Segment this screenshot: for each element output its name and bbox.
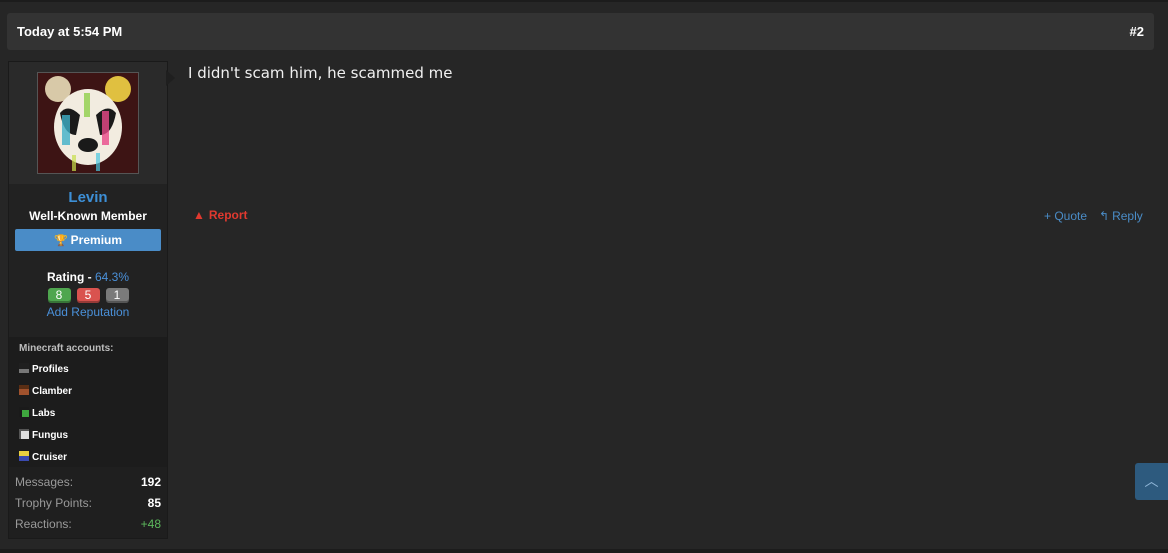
- add-reputation-link[interactable]: Add Reputation: [9, 305, 167, 319]
- stat-label: Messages:: [15, 475, 74, 489]
- minecraft-accounts: Minecraft accounts: Profiles Clamber Lab…: [9, 337, 167, 467]
- avatar[interactable]: [37, 72, 139, 174]
- minecraft-account-name: Profiles: [32, 364, 69, 375]
- avatar-container: [9, 62, 167, 184]
- stat-trophy-points: Trophy Points: 85: [15, 494, 161, 512]
- premium-badge: 🏆 Premium: [15, 229, 161, 251]
- minecraft-accounts-title: Minecraft accounts:: [19, 343, 114, 354]
- post-permalink[interactable]: #2: [1130, 24, 1144, 39]
- rating-percent: 64.3%: [94, 270, 130, 284]
- minecraft-account-name: Fungus: [32, 430, 69, 441]
- stat-value[interactable]: 192: [141, 473, 161, 491]
- username-link[interactable]: Levin: [9, 189, 167, 206]
- minecraft-account-name: Labs: [32, 408, 56, 419]
- rating-negative-count[interactable]: 5: [76, 288, 100, 303]
- report-label: Report: [208, 208, 248, 222]
- rating-positive-count[interactable]: 8: [47, 288, 71, 303]
- stat-reactions: Reactions: +48: [15, 515, 161, 533]
- minecraft-account-name: Clamber: [32, 386, 73, 397]
- bottom-divider: [0, 549, 1168, 553]
- scroll-to-top-button[interactable]: ︿: [1135, 463, 1168, 500]
- report-link[interactable]: ▲ Report: [193, 208, 248, 222]
- minecraft-account[interactable]: Fungus: [19, 429, 68, 443]
- stat-label: Trophy Points:: [15, 496, 92, 510]
- player-head-icon: [19, 451, 29, 461]
- warning-icon: ▲: [193, 208, 205, 222]
- stat-label: Reactions:: [15, 517, 72, 531]
- chevron-up-icon: ︿: [1144, 473, 1159, 489]
- post-header: Today at 5:54 PM #2: [7, 13, 1154, 50]
- player-head-icon: [19, 407, 29, 417]
- premium-badge-label: Premium: [70, 233, 123, 247]
- rating-neutral-count[interactable]: 1: [105, 288, 129, 303]
- user-title: Well-Known Member: [29, 209, 147, 223]
- trophy-icon: 🏆: [53, 235, 68, 247]
- rating-boxes: 851: [9, 286, 167, 304]
- player-head-icon: [19, 363, 29, 373]
- reply-label: Reply: [1112, 209, 1143, 223]
- stat-value[interactable]: 85: [148, 494, 161, 512]
- minecraft-account-name: Cruiser: [32, 452, 68, 463]
- top-divider: [0, 0, 1168, 2]
- reply-link[interactable]: ↰ Reply: [1099, 209, 1143, 223]
- message-pointer: [166, 70, 175, 86]
- stat-messages: Messages: 192: [15, 473, 161, 491]
- player-head-icon: [19, 385, 29, 395]
- minecraft-account[interactable]: Cruiser: [19, 451, 67, 465]
- rating-line: Rating - 64.3%: [9, 270, 167, 284]
- quote-link[interactable]: + Quote: [1044, 209, 1087, 223]
- post-date[interactable]: Today at 5:54 PM: [17, 24, 122, 39]
- minecraft-account[interactable]: Labs: [19, 407, 55, 421]
- stat-value: +48: [140, 517, 161, 531]
- minecraft-account[interactable]: Profiles: [19, 363, 69, 377]
- user-info: Levin Well-Known Member 🏆 Premium Rating …: [9, 184, 167, 337]
- reply-icon: ↰: [1099, 209, 1110, 223]
- rating-label: Rating -: [46, 270, 95, 284]
- minecraft-account[interactable]: Clamber: [19, 385, 72, 399]
- message-body: I didn't scam him, he scammed me: [188, 64, 453, 82]
- user-panel: Levin Well-Known Member 🏆 Premium Rating …: [8, 61, 168, 539]
- player-head-icon: [19, 429, 29, 439]
